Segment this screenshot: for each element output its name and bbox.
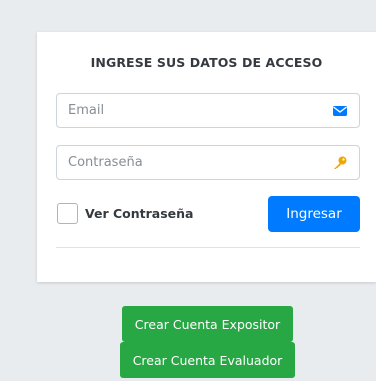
login-title: INGRESE SUS DATOS DE ACCESO xyxy=(90,55,323,70)
create-evaluador-account-button[interactable]: Crear Cuenta Evaluador xyxy=(120,342,295,378)
email-field[interactable] xyxy=(56,93,360,128)
show-password-label: Ver Contraseña xyxy=(85,206,194,221)
login-card: INGRESE SUS DATOS DE ACCESO Ver Contrase… xyxy=(37,32,376,282)
email-input[interactable] xyxy=(57,94,327,127)
password-field[interactable] xyxy=(56,145,360,180)
login-button[interactable]: Ingresar xyxy=(268,196,360,232)
envelope-icon xyxy=(332,103,348,119)
divider xyxy=(56,247,360,248)
create-expositor-account-button[interactable]: Crear Cuenta Expositor xyxy=(122,306,293,342)
key-icon xyxy=(332,155,348,171)
password-input[interactable] xyxy=(57,146,327,179)
show-password-checkbox[interactable] xyxy=(57,203,78,224)
show-password-toggle[interactable]: Ver Contraseña xyxy=(57,203,193,224)
